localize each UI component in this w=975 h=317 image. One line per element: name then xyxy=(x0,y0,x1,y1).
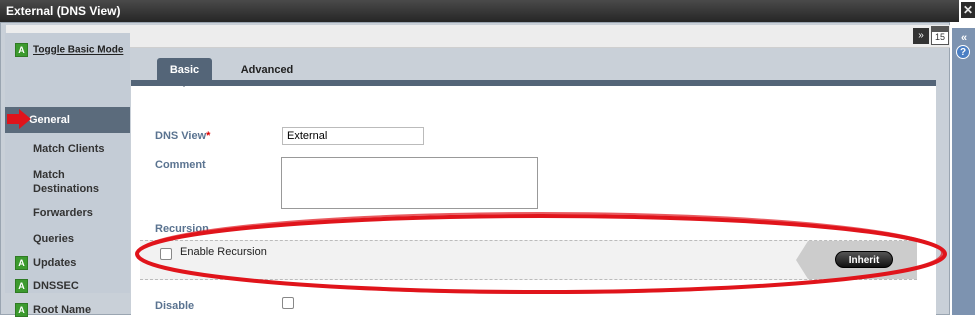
sidebar: A Toggle Basic Mode General Match Clients… xyxy=(5,33,130,317)
advanced-badge: A xyxy=(15,279,28,294)
window-title: External (DNS View) xyxy=(0,0,959,22)
comment-label: Comment xyxy=(155,159,206,171)
tab-advanced[interactable]: Advanced xyxy=(227,58,307,80)
required-mark: * xyxy=(206,130,211,142)
double-chevron-down-icon[interactable]: » xyxy=(913,28,929,44)
dns-view-label: DNS View* xyxy=(155,130,210,142)
sidebar-item-label: Root Name xyxy=(33,304,92,316)
sidebar-item-forwarders[interactable]: Forwarders xyxy=(33,205,93,221)
sidebar-item-label: Updates xyxy=(33,257,77,269)
sidebar-item-destinations[interactable]: Destinations xyxy=(33,181,99,197)
advanced-badge: A xyxy=(15,256,28,271)
calendar-icon[interactable]: 15 xyxy=(931,26,949,45)
dns-view-label-text: DNS View xyxy=(155,130,207,142)
sidebar-item-dnssec[interactable]: A DNSSEC xyxy=(15,279,79,294)
sidebar-item-updates[interactable]: A Updates xyxy=(15,256,77,271)
right-rail xyxy=(952,28,975,315)
disable-checkbox[interactable] xyxy=(282,297,294,309)
tab-basic[interactable]: Basic xyxy=(157,58,212,80)
recursion-label: Recursion xyxy=(155,223,209,235)
toggle-basic-mode-link[interactable]: Toggle Basic Mode xyxy=(33,45,123,56)
sidebar-item-queries[interactable]: Queries xyxy=(33,231,74,247)
enable-recursion-label: Enable Recursion xyxy=(180,246,267,258)
enable-recursion-checkbox[interactable] xyxy=(160,248,172,260)
advanced-badge: A xyxy=(15,43,28,57)
toggle-basic-mode[interactable]: A Toggle Basic Mode xyxy=(15,43,123,57)
red-arrow-icon xyxy=(7,109,31,129)
help-icon[interactable]: ? xyxy=(956,45,970,59)
sidebar-item-match-clients[interactable]: Match Clients xyxy=(33,141,105,157)
collapse-panel-button[interactable]: « xyxy=(957,32,971,46)
close-icon[interactable]: ✕ xyxy=(961,2,975,18)
disable-label: Disable xyxy=(155,300,195,312)
dns-view-input[interactable]: External xyxy=(282,127,424,145)
active-tab-notch xyxy=(177,80,191,87)
inherit-button[interactable]: Inherit xyxy=(835,251,893,268)
sidebar-item-label: DNSSEC xyxy=(33,280,79,292)
comment-textarea[interactable] xyxy=(281,157,538,209)
toolbar: » 15 xyxy=(6,25,950,48)
